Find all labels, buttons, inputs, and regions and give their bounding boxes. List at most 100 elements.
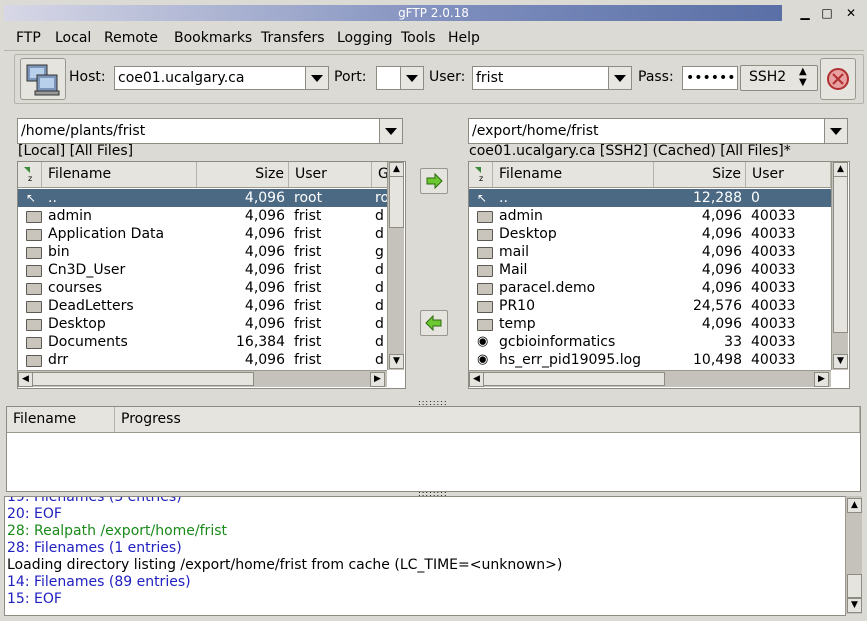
list-item[interactable]: Mail 4,096 40033 bbox=[469, 261, 831, 279]
col-user[interactable]: User bbox=[746, 162, 831, 187]
menu-ftp[interactable]: FTP bbox=[16, 30, 41, 46]
scroll-thumb[interactable] bbox=[483, 372, 665, 386]
scroll-thumb[interactable] bbox=[32, 372, 254, 386]
folder-icon bbox=[26, 229, 42, 241]
list-item[interactable]: temp 4,096 40033 bbox=[469, 315, 831, 333]
sort-icon[interactable]: z bbox=[18, 162, 42, 187]
password-field[interactable]: •••••• bbox=[682, 66, 738, 90]
col-user[interactable]: User bbox=[289, 162, 372, 187]
user-dropdown-button[interactable] bbox=[608, 66, 632, 90]
list-item[interactable]: Application Data 4,096 frist d bbox=[18, 225, 387, 243]
remote-file-list[interactable]: z Filename Size User ↖.. 12,288 0 admin 4,09… bbox=[468, 161, 850, 389]
host-dropdown-button[interactable] bbox=[305, 66, 329, 90]
file-size: 4,096 bbox=[244, 190, 285, 206]
user-label: User: bbox=[429, 69, 466, 85]
maximize-icon[interactable]: □ bbox=[818, 5, 836, 21]
file-size: 24,576 bbox=[693, 298, 742, 314]
list-item[interactable]: ◉ hs_err_pid19095.log 10,498 40033 bbox=[469, 351, 831, 369]
local-file-list[interactable]: z Filename Size User G ↖..4,096rootroadm… bbox=[17, 161, 406, 389]
scroll-thumb[interactable] bbox=[389, 176, 404, 228]
col-filename[interactable]: Filename bbox=[42, 162, 197, 187]
list-item[interactable]: Documents 16,384 frist d bbox=[18, 333, 387, 351]
list-item[interactable]: ◉ gcbioinformatics 33 40033 bbox=[469, 333, 831, 351]
transfer-list[interactable]: Filename Progress bbox=[6, 406, 861, 492]
list-item[interactable]: admin 4,096 40033 bbox=[469, 207, 831, 225]
download-button[interactable] bbox=[420, 310, 448, 336]
host-field[interactable]: coe01.ucalgary.ca bbox=[114, 66, 308, 90]
col-filename[interactable]: Filename bbox=[493, 162, 654, 187]
col-transfer-filename[interactable]: Filename bbox=[7, 407, 115, 432]
list-item[interactable]: drr 4,096 frist d bbox=[18, 351, 387, 369]
remote-path-dropdown[interactable] bbox=[824, 118, 848, 144]
computers-icon bbox=[26, 64, 60, 96]
chevron-down-icon bbox=[614, 75, 626, 82]
file-size: 4,096 bbox=[701, 316, 742, 332]
remote-path-field[interactable]: /export/home/frist bbox=[468, 118, 826, 144]
file-user: frist bbox=[294, 280, 322, 296]
menu-remote[interactable]: Remote bbox=[104, 30, 158, 46]
scroll-up-icon[interactable]: ▲ bbox=[847, 498, 862, 513]
scroll-down-icon[interactable]: ▼ bbox=[847, 598, 862, 613]
list-item[interactable]: courses 4,096 frist d bbox=[18, 279, 387, 297]
remote-hscroll[interactable]: ◀ ▶ bbox=[469, 370, 831, 387]
local-path-dropdown[interactable] bbox=[379, 118, 403, 144]
svg-text:z: z bbox=[479, 174, 483, 183]
upload-button[interactable] bbox=[420, 168, 448, 194]
menu-help[interactable]: Help bbox=[448, 30, 480, 46]
file-name: courses bbox=[48, 280, 103, 296]
file-name: DeadLetters bbox=[48, 298, 134, 314]
user-field[interactable]: frist bbox=[472, 66, 610, 90]
menu-tools[interactable]: Tools bbox=[401, 30, 436, 46]
list-item[interactable]: admin 4,096 frist d bbox=[18, 207, 387, 225]
list-item[interactable]: ↖.. 12,288 0 bbox=[469, 189, 831, 207]
scroll-right-icon[interactable]: ▶ bbox=[370, 372, 385, 387]
list-item[interactable]: Desktop 4,096 40033 bbox=[469, 225, 831, 243]
scroll-up-icon[interactable]: ▲ bbox=[833, 162, 848, 177]
col-size[interactable]: Size bbox=[197, 162, 289, 187]
file-name: temp bbox=[499, 316, 536, 332]
local-hscroll[interactable]: ◀ ▶ bbox=[18, 370, 387, 387]
list-item[interactable]: paracel.demo 4,096 40033 bbox=[469, 279, 831, 297]
connect-button[interactable] bbox=[20, 58, 66, 100]
scroll-left-icon[interactable]: ◀ bbox=[469, 372, 484, 387]
protocol-select[interactable]: SSH2 ▲ ▼ bbox=[740, 65, 818, 91]
list-item[interactable]: Cn3D_User 4,096 frist d bbox=[18, 261, 387, 279]
close-icon[interactable]: ✕ bbox=[842, 5, 860, 21]
scroll-right-icon[interactable]: ▶ bbox=[814, 372, 829, 387]
col-size[interactable]: Size bbox=[654, 162, 746, 187]
menu-bookmarks[interactable]: Bookmarks bbox=[174, 30, 252, 46]
scroll-thumb[interactable] bbox=[847, 574, 862, 598]
local-path-field[interactable]: /home/plants/frist bbox=[17, 118, 381, 144]
remote-vscroll[interactable]: ▲ ▼ bbox=[831, 162, 848, 370]
list-item[interactable]: bin 4,096 frist g bbox=[18, 243, 387, 261]
log-view[interactable]: 19: Filenames (3 entries) 20: EOF 28: Real… bbox=[4, 496, 846, 616]
list-item[interactable]: PR10 24,576 40033 bbox=[469, 297, 831, 315]
log-line: 28: Realpath /export/home/frist bbox=[7, 523, 227, 539]
local-vscroll[interactable]: ▲ ▼ bbox=[387, 162, 404, 370]
scroll-up-icon[interactable]: ▲ bbox=[389, 162, 404, 177]
minimize-icon[interactable]: ▁ bbox=[796, 5, 814, 21]
list-item[interactable]: Desktop 4,096 frist d bbox=[18, 315, 387, 333]
folder-icon bbox=[26, 265, 42, 277]
port-dropdown-button[interactable] bbox=[400, 66, 424, 90]
scroll-down-icon[interactable]: ▼ bbox=[833, 354, 848, 369]
port-field[interactable] bbox=[376, 66, 402, 90]
list-item[interactable]: mail 4,096 40033 bbox=[469, 243, 831, 261]
file-size: 4,096 bbox=[244, 352, 285, 368]
log-vscroll[interactable]: ▲ ▼ bbox=[845, 496, 862, 614]
list-item[interactable]: DeadLetters 4,096 frist d bbox=[18, 297, 387, 315]
menu-local[interactable]: Local bbox=[55, 30, 91, 46]
stop-button[interactable] bbox=[820, 58, 856, 100]
folder-icon bbox=[477, 301, 493, 313]
col-transfer-progress[interactable]: Progress bbox=[115, 407, 860, 432]
port-label: Port: bbox=[334, 69, 367, 85]
scroll-left-icon[interactable]: ◀ bbox=[18, 372, 33, 387]
menu-logging[interactable]: Logging bbox=[337, 30, 393, 46]
scroll-thumb[interactable] bbox=[833, 176, 848, 333]
file-name: Application Data bbox=[48, 226, 165, 242]
file-name: Documents bbox=[48, 334, 128, 350]
sort-icon[interactable]: z bbox=[469, 162, 493, 187]
menu-transfers[interactable]: Transfers bbox=[261, 30, 325, 46]
scroll-down-icon[interactable]: ▼ bbox=[389, 354, 404, 369]
list-item[interactable]: ↖.. 4,096 root ro bbox=[18, 189, 387, 207]
